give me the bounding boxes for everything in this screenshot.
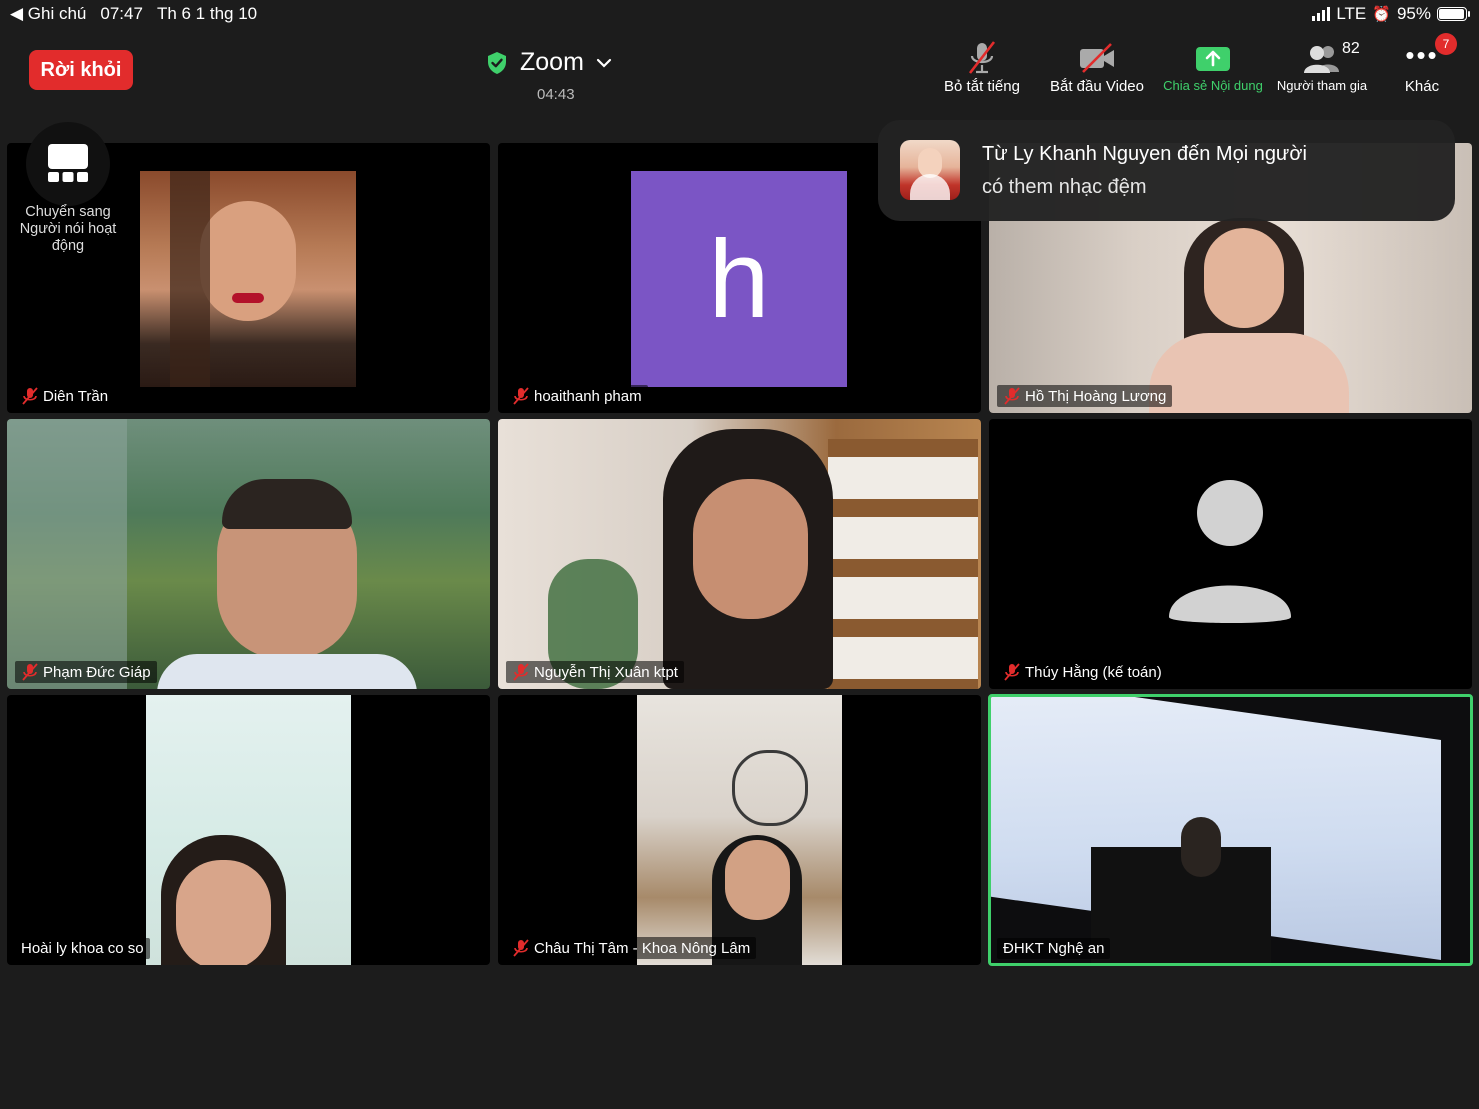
participants-label: Người tham gia <box>1276 78 1368 93</box>
battery-icon <box>1437 7 1470 21</box>
participant-video <box>140 171 356 387</box>
meeting-timer: 04:43 <box>537 86 575 103</box>
microphone-muted-icon <box>1004 663 1020 681</box>
switch-layout-label: Chuyển sang Người nói hoạt động <box>19 204 117 254</box>
microphone-muted-icon <box>1004 387 1020 405</box>
share-content-button[interactable]: Chia sẻ Nội dung <box>1155 40 1271 93</box>
participant-name: Nguyễn Thị Xuân ktpt <box>534 663 678 681</box>
participant-name: hoaithanh pham <box>534 387 642 405</box>
meeting-title-dropdown[interactable]: Zoom <box>486 48 612 77</box>
participants-count: 82 <box>1342 40 1360 57</box>
participant-avatar: h <box>631 171 847 387</box>
participant-name: Hoài ly khoa co so <box>21 940 144 957</box>
unmute-label: Bỏ tắt tiếng <box>944 78 1020 95</box>
participant-video <box>498 419 981 689</box>
start-video-label: Bắt đầu Video <box>1050 78 1144 95</box>
battery-percent: 95% <box>1396 4 1431 23</box>
leave-button[interactable]: Rời khỏi <box>29 50 133 90</box>
participant-name: Hồ Thị Hoàng Lương <box>1025 387 1167 405</box>
participant-name: Phạm Đức Giáp <box>43 663 151 681</box>
chevron-down-icon <box>596 58 612 68</box>
participants-icon <box>1304 46 1339 73</box>
microphone-muted-icon <box>22 663 38 681</box>
microphone-muted-icon <box>513 387 529 405</box>
microphone-muted-icon <box>22 387 38 405</box>
participant-name: Châu Thị Tâm - Khoa Nông Lâm <box>534 939 751 957</box>
notification-badge: 7 <box>1435 33 1457 55</box>
participant-tile[interactable]: Châu Thị Tâm - Khoa Nông Lâm <box>498 695 981 965</box>
unmute-button[interactable]: Bỏ tắt tiếng <box>936 40 1028 95</box>
participant-video <box>637 695 842 965</box>
share-screen-icon <box>1196 47 1230 71</box>
share-content-label: Chia sẻ Nội dung <box>1163 78 1263 93</box>
participant-video <box>991 697 1470 963</box>
participant-name: Thúy Hằng (kế toán) <box>1025 663 1162 681</box>
start-video-button[interactable]: Bắt đầu Video <box>1044 40 1150 95</box>
more-label: Khác <box>1404 78 1440 95</box>
date: Th 6 1 thg 10 <box>156 4 258 23</box>
speaker-layout-icon <box>48 144 88 182</box>
meeting-title: Zoom <box>520 48 584 76</box>
sender-avatar <box>900 140 960 200</box>
participant-tile[interactable]: Hoài ly khoa co so <box>7 695 490 965</box>
chat-sender: Từ Ly Khanh Nguyen đến Mọi người <box>982 143 1307 165</box>
alarm-icon: ⏰ <box>1372 6 1391 23</box>
microphone-muted-icon <box>513 939 529 957</box>
back-to-app-link[interactable]: ◀ Ghi chú <box>10 4 86 24</box>
participant-name: Diên Trần <box>43 387 109 405</box>
more-button[interactable]: ••• 7 Khác <box>1392 33 1457 95</box>
network-type: LTE <box>1336 4 1367 23</box>
participant-tile[interactable]: Thúy Hằng (kế toán) <box>989 419 1472 689</box>
participant-tile[interactable]: Nguyễn Thị Xuân ktpt <box>498 419 981 689</box>
signal-icon <box>1312 7 1331 21</box>
more-dots-icon: ••• <box>1405 39 1439 70</box>
participants-button[interactable]: 82 Người tham gia <box>1270 40 1374 93</box>
clock: 07:47 <box>100 4 143 23</box>
participant-video <box>7 419 490 689</box>
microphone-muted-icon <box>968 41 996 74</box>
status-bar: ◀ Ghi chú 07:47 Th 6 1 thg 10 LTE ⏰ 95% <box>0 0 1479 30</box>
microphone-muted-icon <box>513 663 529 681</box>
shield-check-icon <box>488 51 506 74</box>
participant-tile[interactable]: Phạm Đức Giáp <box>7 419 490 689</box>
chat-message: có them nhạc đệm <box>982 176 1147 198</box>
avatar-initial: h <box>708 217 770 341</box>
video-off-icon <box>1080 43 1114 73</box>
participant-name: ĐHKT Nghệ an <box>1003 940 1105 957</box>
switch-layout-button[interactable] <box>26 122 110 206</box>
chat-notification[interactable]: Từ Ly Khanh Nguyen đến Mọi người có them… <box>878 120 1455 221</box>
participant-tile-active-speaker[interactable]: ĐHKT Nghệ an <box>988 694 1473 966</box>
participant-video <box>146 695 351 965</box>
default-avatar-icon <box>1169 480 1291 623</box>
